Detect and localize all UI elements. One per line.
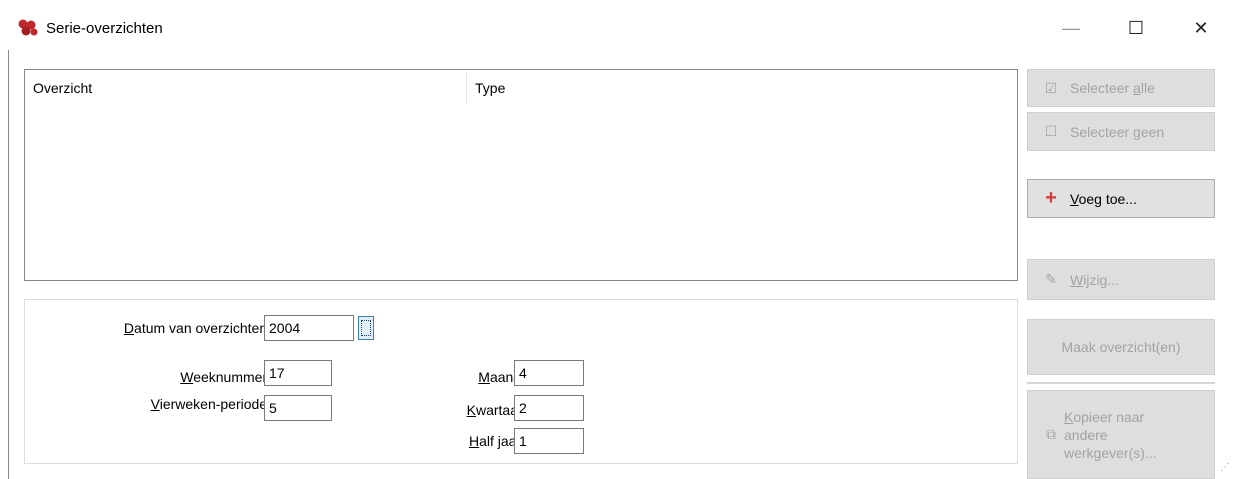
select-none-label: Selecteer geen <box>1070 123 1165 140</box>
edit-label: Wijzig... <box>1070 271 1120 288</box>
overzichten-list[interactable]: Overzicht Type <box>24 69 1018 281</box>
close-button[interactable]: ✕ <box>1178 10 1224 46</box>
copy-icon: ⧉ <box>1046 426 1056 442</box>
calendar-picker-button[interactable] <box>358 316 374 340</box>
vierweken-periode-input[interactable] <box>264 395 332 421</box>
column-header-type[interactable]: Type <box>467 70 1017 106</box>
weeknummer-input[interactable] <box>264 360 332 386</box>
checkbox-empty-icon: ☐ <box>1044 123 1058 139</box>
resize-grip-icon[interactable]: ⋰ <box>1220 462 1230 473</box>
edit-pencil-icon: ✎ <box>1045 271 1057 287</box>
select-none-button[interactable]: ☐ Selecteer geen <box>1027 112 1215 151</box>
maand-input[interactable] <box>514 360 584 386</box>
copy-label: Kopieer naar andere werkgever(s)... <box>1064 408 1157 461</box>
half-jaar-input[interactable] <box>514 428 584 454</box>
select-all-label: Selecteer alle <box>1070 80 1155 96</box>
app-logo-icon <box>18 19 38 36</box>
add-label: Voeg toe... <box>1070 190 1137 207</box>
window-title: Serie-overzichten <box>46 20 163 37</box>
column-header-overzicht[interactable]: Overzicht <box>25 70 466 106</box>
weeknummer-label: Weeknummer: <box>180 369 271 385</box>
edit-button[interactable]: ✎ Wijzig... <box>1027 259 1215 300</box>
plus-icon: + <box>1045 187 1057 209</box>
kwartaal-input[interactable] <box>514 395 584 421</box>
checkbox-checked-icon: ☑ <box>1044 79 1058 96</box>
button-separator <box>1027 382 1215 384</box>
minimize-button[interactable]: — <box>1048 10 1094 46</box>
make-overview-button[interactable]: Maak overzicht(en) <box>1027 319 1215 375</box>
maximize-button[interactable]: ☐ <box>1113 10 1159 46</box>
datum-input[interactable] <box>264 315 354 341</box>
make-overview-label: Maak overzicht(en) <box>1061 339 1181 355</box>
focus-indicator <box>361 320 371 336</box>
select-all-button[interactable]: ☑ Selecteer alle <box>1027 69 1215 107</box>
vierweken-periode-label: Vierweken-periode: <box>150 396 271 412</box>
add-button[interactable]: + Voeg toe... <box>1027 179 1215 218</box>
copy-to-employers-button[interactable]: ⧉ Kopieer naar andere werkgever(s)... <box>1027 390 1215 479</box>
datum-label: Datum van overzichten: <box>123 320 271 336</box>
